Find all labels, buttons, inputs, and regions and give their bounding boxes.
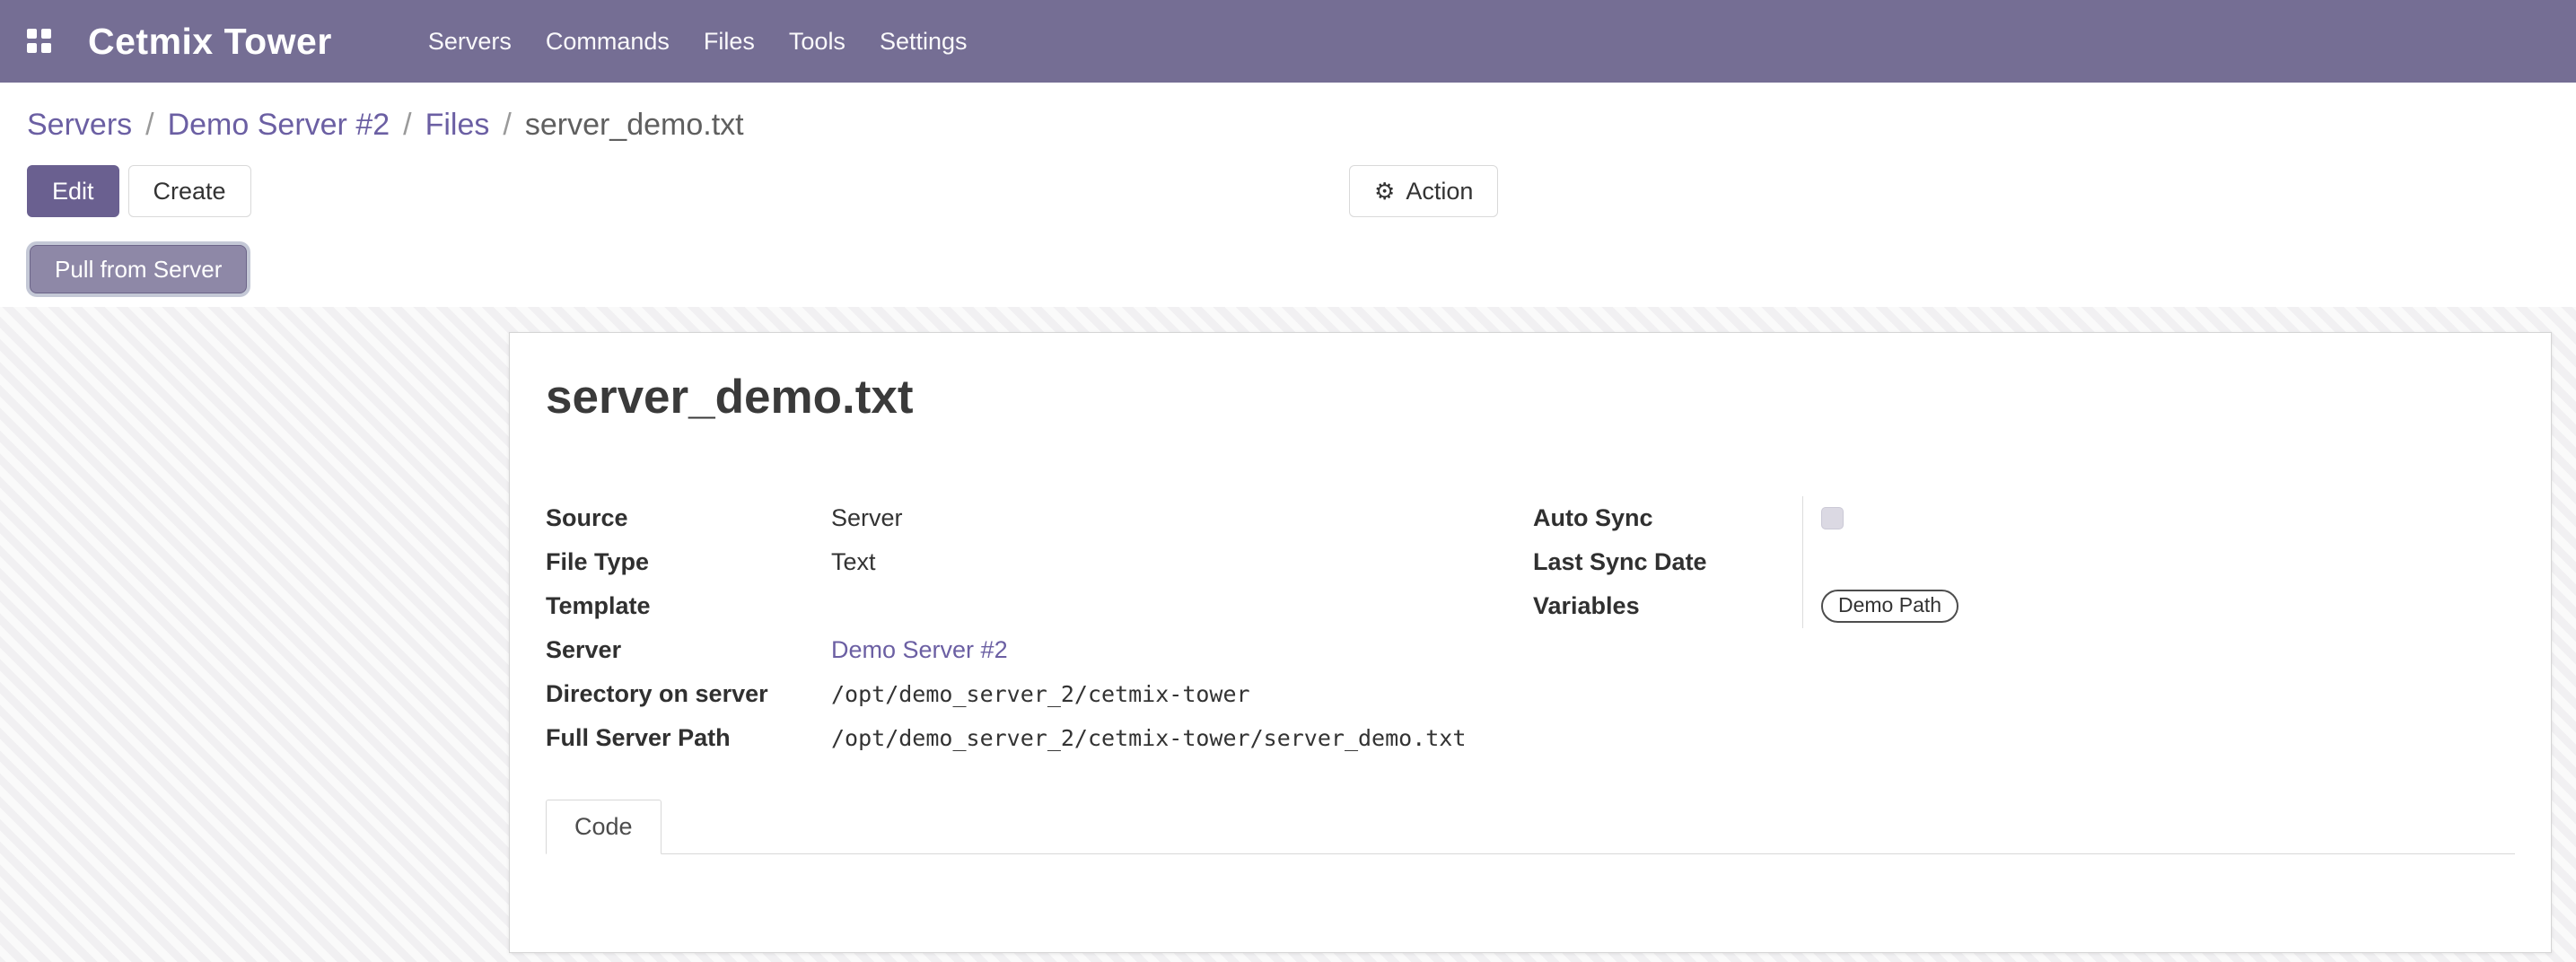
notebook-tabs: Code	[546, 800, 2515, 854]
field-value: /opt/demo_server_2/cetmix-tower	[831, 681, 1533, 707]
field-label: Directory on server	[546, 680, 831, 708]
field-value: /opt/demo_server_2/cetmix-tower/server_d…	[831, 725, 1533, 751]
field-label: Template	[546, 592, 831, 620]
nav-item-files[interactable]: Files	[687, 0, 772, 83]
field-label: Full Server Path	[546, 724, 831, 752]
apps-menu-icon[interactable]	[27, 29, 52, 54]
field-label: Last Sync Date	[1533, 548, 1802, 576]
breadcrumb-link-demo-server-2[interactable]: Demo Server #2	[168, 108, 390, 143]
edit-button[interactable]: Edit	[27, 165, 119, 217]
field-group-right: Auto Sync Last Sync Date Variables Demo …	[1533, 496, 2515, 760]
apps-icon-square	[27, 43, 37, 53]
field-value	[1802, 540, 2515, 584]
breadcrumb: Servers / Demo Server #2 / Files / serve…	[27, 106, 2576, 144]
field-label: Server	[546, 636, 831, 664]
apps-icon-square	[41, 43, 51, 53]
breadcrumb-separator: /	[503, 108, 511, 143]
nav-item-servers[interactable]: Servers	[411, 0, 529, 83]
field-value: Demo Path	[1802, 584, 2515, 628]
breadcrumb-separator: /	[145, 108, 153, 143]
field-group-left: Source Server File Type Text Template Se…	[546, 496, 1533, 760]
variable-tag-demo-path[interactable]: Demo Path	[1821, 590, 1958, 623]
apps-icon-square	[41, 29, 51, 39]
field-row-file-type: File Type Text	[546, 540, 1533, 584]
field-value	[1802, 496, 2515, 540]
field-row-server: Server Demo Server #2	[546, 628, 1533, 672]
field-row-variables: Variables Demo Path	[1533, 584, 2515, 628]
breadcrumb-current: server_demo.txt	[525, 108, 744, 143]
breadcrumb-separator: /	[403, 108, 411, 143]
content-background: server_demo.txt Source Server File Type …	[0, 307, 2576, 962]
pull-button-row: Pull from Server	[27, 242, 2576, 296]
form-sheet: server_demo.txt Source Server File Type …	[509, 332, 2552, 953]
brand-title: Cetmix Tower	[88, 21, 332, 63]
breadcrumb-link-servers[interactable]: Servers	[27, 108, 132, 143]
nav-item-settings[interactable]: Settings	[863, 0, 985, 83]
top-navbar: Cetmix Tower Servers Commands Files Tool…	[0, 0, 2576, 83]
field-label: Variables	[1533, 592, 1802, 620]
field-label: Auto Sync	[1533, 504, 1802, 532]
field-label: File Type	[546, 548, 831, 576]
field-row-auto-sync: Auto Sync	[1533, 496, 2515, 540]
control-panel: Servers / Demo Server #2 / Files / serve…	[0, 83, 2576, 307]
pull-from-server-button[interactable]: Pull from Server	[30, 245, 247, 293]
auto-sync-checkbox[interactable]	[1821, 507, 1844, 529]
page-title: server_demo.txt	[546, 371, 2515, 424]
field-value: Server	[831, 504, 1533, 532]
field-row-template: Template	[546, 584, 1533, 628]
field-value: Text	[831, 548, 1533, 576]
field-label: Source	[546, 504, 831, 532]
action-button-label: Action	[1406, 178, 1473, 206]
breadcrumb-link-files[interactable]: Files	[425, 108, 490, 143]
field-groups: Source Server File Type Text Template Se…	[546, 496, 2515, 760]
nav-item-commands[interactable]: Commands	[529, 0, 687, 83]
button-row: Edit Create	[27, 165, 2576, 217]
action-button[interactable]: ⚙ Action	[1349, 165, 1498, 217]
field-value: Demo Server #2	[831, 636, 1533, 664]
create-button[interactable]: Create	[128, 165, 251, 217]
tab-code[interactable]: Code	[546, 800, 662, 854]
nav-item-tools[interactable]: Tools	[772, 0, 863, 83]
server-link[interactable]: Demo Server #2	[831, 636, 1008, 663]
navbar-menu: Servers Commands Files Tools Settings	[411, 0, 985, 83]
field-row-source: Source Server	[546, 496, 1533, 540]
field-row-directory: Directory on server /opt/demo_server_2/c…	[546, 672, 1533, 716]
field-row-full-server-path: Full Server Path /opt/demo_server_2/cetm…	[546, 716, 1533, 760]
gear-icon: ⚙	[1374, 179, 1395, 203]
field-row-last-sync-date: Last Sync Date	[1533, 540, 2515, 584]
apps-icon-square	[27, 29, 37, 39]
